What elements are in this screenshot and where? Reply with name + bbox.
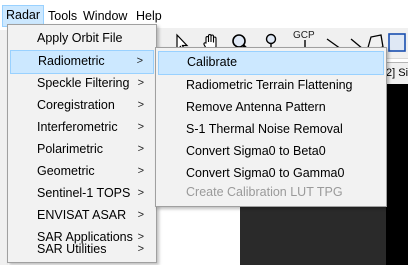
menu-item-label: ENVISAT ASAR [37,208,127,222]
menu-item-label: Coregistration [37,98,115,112]
submenu-arrow-icon: > [137,165,144,177]
menu-window[interactable]: Window [80,6,130,26]
submenu-arrow-icon: > [137,187,144,199]
menu-item-geometric[interactable]: Geometric > [10,160,154,182]
submenu-arrow-icon: > [136,55,143,67]
menu-item-label: Apply Orbit File [37,31,123,45]
menu-item-create-calibration-lut-tpg: Create Calibration LUT TPG [158,181,384,203]
menu-item-s1-thermal-noise-removal[interactable]: S-1 Thermal Noise Removal [158,118,384,140]
rectangle-icon[interactable] [385,31,408,55]
menu-item-remove-antenna-pattern[interactable]: Remove Antenna Pattern [158,96,384,118]
menu-item-label: Polarimetric [37,142,103,156]
menu-item-calibrate[interactable]: Calibrate [158,51,384,75]
menu-item-label: SAR Utilities [37,242,107,256]
menu-item-radiometric-terrain-flattening[interactable]: Radiometric Terrain Flattening [158,74,384,96]
menu-item-label: S-1 Thermal Noise Removal [186,122,343,136]
menu-item-label: Speckle Filtering [37,76,130,90]
menu-item-label: Convert Sigma0 to Beta0 [186,144,326,158]
view-canvas-edge [386,84,408,265]
menu-item-radiometric[interactable]: Radiometric > [10,50,154,74]
menu-item-label: Radiometric [38,54,105,68]
menu-item-label: Radiometric Terrain Flattening [186,78,353,92]
menu-item-label: Geometric [37,164,95,178]
menu-item-label: Sentinel-1 TOPS [37,186,131,200]
menu-item-apply-orbit-file[interactable]: Apply Orbit File [10,27,154,49]
menu-item-coregistration[interactable]: Coregistration > [10,94,154,116]
menu-tools[interactable]: Tools [45,6,80,26]
submenu-arrow-icon: > [137,121,144,133]
submenu-arrow-icon: > [137,243,144,255]
menu-item-speckle-filtering[interactable]: Speckle Filtering > [10,72,154,94]
menu-item-polarimetric[interactable]: Polarimetric > [10,138,154,160]
menu-item-label: Calibrate [187,55,238,69]
menu-item-convert-sigma0-to-beta0[interactable]: Convert Sigma0 to Beta0 [158,140,384,162]
menu-help[interactable]: Help [133,6,165,26]
menu-item-label: Interferometric [37,120,118,134]
submenu-arrow-icon: > [137,77,144,89]
menu-item-label: Remove Antenna Pattern [186,100,326,114]
menu-item-label: Create Calibration LUT TPG [186,185,343,199]
menu-item-envisat-asar[interactable]: ENVISAT ASAR > [10,204,154,226]
radar-menu: Apply Orbit File Radiometric > Speckle F… [7,24,157,263]
submenu-arrow-icon: > [137,99,144,111]
menu-item-interferometric[interactable]: Interferometric > [10,116,154,138]
menu-item-sentinel-1-tops[interactable]: Sentinel-1 TOPS > [10,182,154,204]
radiometric-submenu: Calibrate Radiometric Terrain Flattening… [155,47,387,207]
menu-item-sar-utilities[interactable]: SAR Utilities > [10,238,154,260]
submenu-arrow-icon: > [137,143,144,155]
menu-item-label: Convert Sigma0 to Gamma0 [186,166,345,180]
submenu-arrow-icon: > [137,209,144,221]
